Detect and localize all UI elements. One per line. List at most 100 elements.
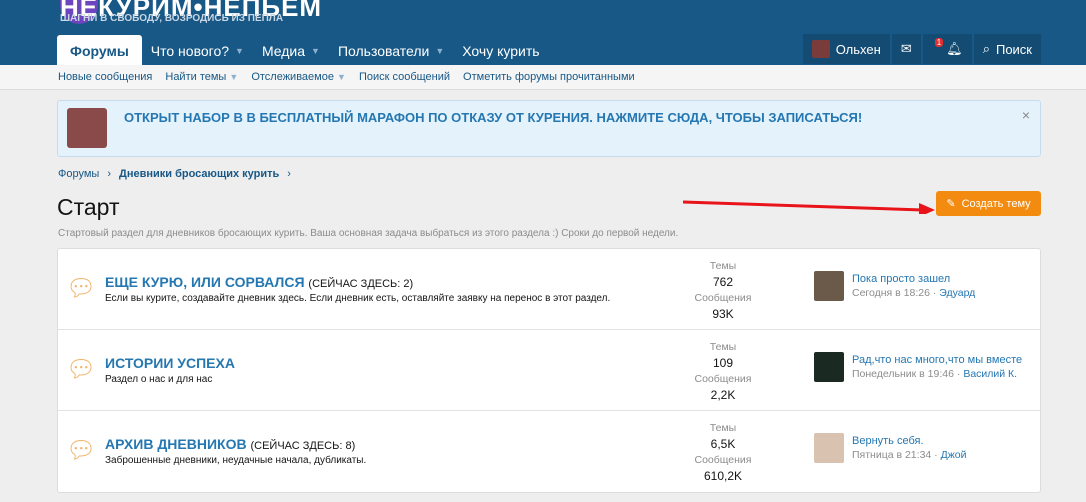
nav-label: Форумы xyxy=(70,43,129,59)
last-post-title[interactable]: Вернуть себя. xyxy=(852,433,966,449)
forum-online-count: (СЕЙЧАС ЗДЕСЬ: 2) xyxy=(308,278,414,290)
forum-description: Заброшенные дневники, неудачные начала, … xyxy=(105,455,367,466)
nav-label: Медиа xyxy=(261,43,306,59)
forum-stats: Темы 6,5K Сообщения 610,2K xyxy=(678,420,768,484)
forum-online-count: (СЕЙЧАС ЗДЕСЬ: 8) xyxy=(250,440,356,452)
messages-count: 93K xyxy=(712,307,734,321)
nav-whats-new[interactable]: Что нового? ▼ xyxy=(142,35,253,65)
page-title: Старт xyxy=(57,194,120,220)
username: Ольхен xyxy=(835,41,881,57)
notice-banner[interactable]: ОТКРЫТ НАБОР В В БЕСПЛАТНЫЙ МАРАФОН ПО О… xyxy=(57,100,1041,157)
subnav-label: Отслеживаемое xyxy=(251,71,334,83)
messages-label: Сообщения xyxy=(694,292,752,304)
page-description: Стартовый раздел для дневников бросающих… xyxy=(58,228,679,239)
messages-label: Сообщения xyxy=(694,373,752,385)
subnav-search-posts[interactable]: Поиск сообщений xyxy=(359,71,450,89)
last-post: Вернуть себя. Пятница в 21:34 · Джой xyxy=(814,433,966,463)
chevron-right-icon: › xyxy=(287,168,291,180)
last-post-avatar[interactable] xyxy=(814,352,844,382)
forum-chat-icon: 💬︎ xyxy=(66,356,97,383)
red-arrow-annotation xyxy=(683,200,935,214)
caret-down-icon[interactable]: ▼ xyxy=(311,43,320,65)
caret-down-icon[interactable]: ▼ xyxy=(435,43,444,65)
subnav-new-posts[interactable]: Новые сообщения xyxy=(58,71,152,89)
forum-title-text: АРХИВ ДНЕВНИКОВ xyxy=(105,436,247,452)
threads-label: Темы xyxy=(709,422,737,434)
threads-label: Темы xyxy=(709,341,737,353)
inbox-button[interactable]: ✉ xyxy=(891,34,921,64)
last-post-user[interactable]: Джой xyxy=(941,449,967,461)
caret-down-icon[interactable]: ▼ xyxy=(235,43,244,65)
forum-stats: Темы 109 Сообщения 2,2K xyxy=(678,339,768,403)
threads-count: 6,5K xyxy=(710,437,736,451)
forum-description: Раздел о нас и для нас xyxy=(105,374,213,385)
last-post-avatar[interactable] xyxy=(814,271,844,301)
search-button[interactable]: ⌕ Поиск xyxy=(973,34,1041,64)
envelope-icon: ✉ xyxy=(900,41,912,56)
forum-title[interactable]: ИСТОРИИ УСПЕХА xyxy=(105,355,235,371)
forum-stats: Темы 762 Сообщения 93K xyxy=(678,258,768,322)
create-thread-label: Создать тему xyxy=(961,197,1031,210)
last-post-user[interactable]: Эдуард xyxy=(939,287,975,299)
last-post-title[interactable]: Пока просто зашел xyxy=(852,271,975,287)
create-thread-button[interactable]: ✎ Создать тему xyxy=(936,191,1041,216)
messages-count: 2,2K xyxy=(710,388,736,402)
last-post-date[interactable]: Пятница в 21:34 xyxy=(852,449,931,461)
forum-row: 💬︎ ЕЩЕ КУРЮ, ИЛИ СОРВАЛСЯ (СЕЙЧАС ЗДЕСЬ:… xyxy=(58,249,1040,330)
threads-label: Темы xyxy=(709,260,737,272)
nav-label: Хочу курить xyxy=(462,43,540,59)
last-post-date[interactable]: Понедельник в 19:46 xyxy=(852,368,954,380)
forum-row: 💬︎ АРХИВ ДНЕВНИКОВ (СЕЙЧАС ЗДЕСЬ: 8) Заб… xyxy=(58,411,1040,492)
notice-avatar xyxy=(67,108,107,148)
last-post-avatar[interactable] xyxy=(814,433,844,463)
nav-members[interactable]: Пользователи ▼ xyxy=(329,35,453,65)
breadcrumb-diaries[interactable]: Дневники бросающих курить xyxy=(119,168,279,180)
forum-chat-icon: 💬︎ xyxy=(66,275,97,302)
notice-text[interactable]: ОТКРЫТ НАБОР В В БЕСПЛАТНЫЙ МАРАФОН ПО О… xyxy=(124,110,862,125)
nav-label: Что нового? xyxy=(150,43,230,59)
caret-down-icon: ▼ xyxy=(229,72,239,82)
forum-row: 💬︎ ИСТОРИИ УСПЕХА Раздел о нас и для нас… xyxy=(58,330,1040,411)
messages-label: Сообщения xyxy=(694,454,752,466)
nav-label: Пользователи xyxy=(337,43,430,59)
last-post-title[interactable]: Рад,что нас много,что мы вместе xyxy=(852,352,1022,368)
last-post: Пока просто зашел Сегодня в 18:26 · Эдуар… xyxy=(814,271,975,301)
logo-tagline: ШАГНИ В СВОБОДУ, ВОЗРОДИСЬ ИЗ ПЕПЛА xyxy=(60,13,284,24)
alerts-badge: 1 xyxy=(934,37,944,47)
close-icon[interactable]: × xyxy=(1022,107,1030,123)
edit-icon: ✎ xyxy=(946,198,956,210)
subnav-find-threads[interactable]: Найти темы ▼ xyxy=(165,71,238,89)
forum-list: 💬︎ ЕЩЕ КУРЮ, ИЛИ СОРВАЛСЯ (СЕЙЧАС ЗДЕСЬ:… xyxy=(57,248,1041,493)
nav-forums[interactable]: Форумы xyxy=(57,35,142,65)
user-bar: Ольхен ✉ 1 🔔︎ ⌕ Поиск xyxy=(802,34,1041,64)
nav-media[interactable]: Медиа ▼ xyxy=(253,35,329,65)
forum-description: Если вы курите, создавайте дневник здесь… xyxy=(105,293,611,304)
threads-count: 109 xyxy=(712,356,734,370)
forum-title-text: ИСТОРИИ УСПЕХА xyxy=(105,355,235,371)
page-body: ОТКРЫТ НАБОР В В БЕСПЛАТНЫЙ МАРАФОН ПО О… xyxy=(0,90,1086,502)
nav-want-smoke[interactable]: Хочу курить xyxy=(453,35,548,65)
bell-icon: 🔔︎ xyxy=(946,41,963,56)
last-post-user[interactable]: Василий К. xyxy=(963,368,1017,380)
chevron-right-icon: › xyxy=(107,168,111,180)
forum-title[interactable]: АРХИВ ДНЕВНИКОВ (СЕЙЧАС ЗДЕСЬ: 8) xyxy=(105,436,355,452)
subnav-watched[interactable]: Отслеживаемое ▼ xyxy=(251,71,346,89)
avatar xyxy=(811,40,830,58)
subnav-mark-read[interactable]: Отметить форумы прочитанными xyxy=(463,71,635,89)
search-icon: ⌕ xyxy=(982,41,990,56)
forum-chat-icon: 💬︎ xyxy=(66,437,97,464)
sub-nav: Новые сообщения Найти темы ▼ Отслеживаем… xyxy=(0,65,1086,90)
messages-count: 610,2K xyxy=(703,469,743,483)
account-button[interactable]: Ольхен xyxy=(802,34,890,64)
main-nav: Форумы Что нового? ▼ Медиа ▼ Пользователи ▼… xyxy=(57,35,549,65)
last-post-date[interactable]: Сегодня в 18:26 xyxy=(852,287,930,299)
forum-title[interactable]: ЕЩЕ КУРЮ, ИЛИ СОРВАЛСЯ (СЕЙЧАС ЗДЕСЬ: 2) xyxy=(105,274,413,290)
last-post: Рад,что нас много,что мы вместе Понедельн… xyxy=(814,352,1022,382)
subnav-label: Найти темы xyxy=(165,71,227,83)
breadcrumb: Форумы › Дневники бросающих курить › xyxy=(58,168,291,180)
forum-title-text: ЕЩЕ КУРЮ, ИЛИ СОРВАЛСЯ xyxy=(105,274,305,290)
alerts-button[interactable]: 1 🔔︎ xyxy=(922,34,972,64)
breadcrumb-forums[interactable]: Форумы xyxy=(58,168,99,180)
caret-down-icon: ▼ xyxy=(337,72,346,82)
threads-count: 762 xyxy=(712,275,734,289)
